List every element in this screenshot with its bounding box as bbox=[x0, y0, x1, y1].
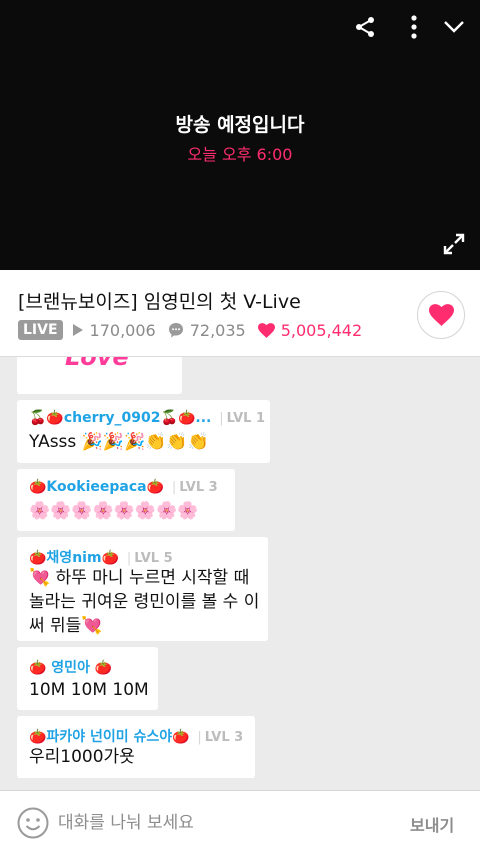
love-sticker: Love bbox=[65, 357, 129, 371]
video-title: [브랜뉴보이즈] 임영민의 첫 V-Live bbox=[18, 291, 301, 313]
share-icon[interactable] bbox=[350, 12, 380, 42]
broadcast-status-title: 방송 예정입니다 bbox=[175, 114, 305, 136]
emoji-icon[interactable] bbox=[17, 807, 49, 839]
fullscreen-icon[interactable] bbox=[440, 230, 468, 258]
heart-icon bbox=[257, 322, 275, 338]
comment-count: 72,035 bbox=[168, 321, 246, 340]
heart-count: 5,005,442 bbox=[257, 320, 363, 340]
user-level: LVL 3 bbox=[204, 730, 244, 745]
heart-icon bbox=[428, 304, 454, 326]
chat-message-input[interactable] bbox=[58, 809, 358, 837]
chat-username[interactable]: 🍅채영nim🍅 | LVL 5 bbox=[29, 547, 173, 567]
chat-username[interactable]: 🍒🍅cherry_0902🍒🍅... | LVL 1 bbox=[29, 410, 265, 426]
chevron-down-icon[interactable] bbox=[440, 12, 468, 42]
chat-text: 10M 10M 10M bbox=[29, 680, 149, 700]
user-level: LVL 1 bbox=[226, 411, 266, 426]
play-count: 170,006 bbox=[72, 321, 156, 340]
chat-text: 🌸🌸🌸🌸🌸🌸🌸🌸 bbox=[29, 501, 199, 521]
play-count-value: 170,006 bbox=[89, 320, 156, 340]
play-icon bbox=[72, 324, 83, 336]
chat-message: 🍅파카야 넌이미 슈스야🍅 | LVL 3 우리1000가욧 bbox=[17, 716, 255, 778]
chat-username[interactable]: 🍅 영민아 🍅 bbox=[29, 657, 112, 677]
video-stats: LIVE 170,006 72,035 5,005,442 bbox=[18, 320, 374, 340]
chat-list[interactable]: Love 🍒🍅cherry_0902🍒🍅... | LVL 1 YAsss 🎉🎉🎉… bbox=[0, 357, 480, 790]
more-options-icon[interactable] bbox=[400, 12, 428, 42]
chat-bubble-icon bbox=[168, 323, 183, 338]
chat-message: 🍅 영민아 🍅 10M 10M 10M bbox=[17, 647, 158, 710]
chat-message: 🍅Kookieepaca🍅 | LVL 3 🌸🌸🌸🌸🌸🌸🌸🌸 bbox=[17, 469, 235, 531]
video-player[interactable]: 방송 예정입니다 오늘 오후 6:00 bbox=[0, 0, 480, 270]
chat-text: YAsss 🎉🎉🎉👏👏👏 bbox=[29, 432, 209, 452]
chat-username[interactable]: 🍅Kookieepaca🍅 | LVL 3 bbox=[29, 479, 218, 495]
sticker-message: Love bbox=[17, 357, 182, 394]
chat-text: 💘 하뚜 마니 누르면 시작할 때 놀라는 귀여운 령민이를 볼 수 이 써 뮈… bbox=[29, 568, 260, 636]
chat-message: 🍒🍅cherry_0902🍒🍅... | LVL 1 YAsss 🎉🎉🎉👏👏👏 bbox=[17, 400, 270, 463]
chat-input-bar: 보내기 bbox=[0, 790, 480, 854]
chat-text: 우리1000가욧 bbox=[29, 747, 135, 767]
heart-count-value: 5,005,442 bbox=[280, 320, 363, 340]
user-level: LVL 5 bbox=[134, 551, 173, 566]
send-button[interactable]: 보내기 bbox=[410, 812, 454, 836]
chat-username[interactable]: 🍅파카야 넌이미 슈스야🍅 | LVL 3 bbox=[29, 726, 243, 746]
live-badge: LIVE bbox=[18, 320, 63, 340]
comment-count-value: 72,035 bbox=[189, 320, 246, 340]
send-heart-button[interactable] bbox=[417, 291, 465, 339]
scheduled-time: 오늘 오후 6:00 bbox=[187, 145, 293, 164]
chat-message: 🍅채영nim🍅 | LVL 5 💘 하뚜 마니 누르면 시작할 때 놀라는 귀여운… bbox=[17, 537, 268, 641]
user-level: LVL 3 bbox=[179, 480, 218, 495]
video-info-panel: [브랜뉴보이즈] 임영민의 첫 V-Live LIVE 170,006 72,0… bbox=[0, 270, 480, 357]
